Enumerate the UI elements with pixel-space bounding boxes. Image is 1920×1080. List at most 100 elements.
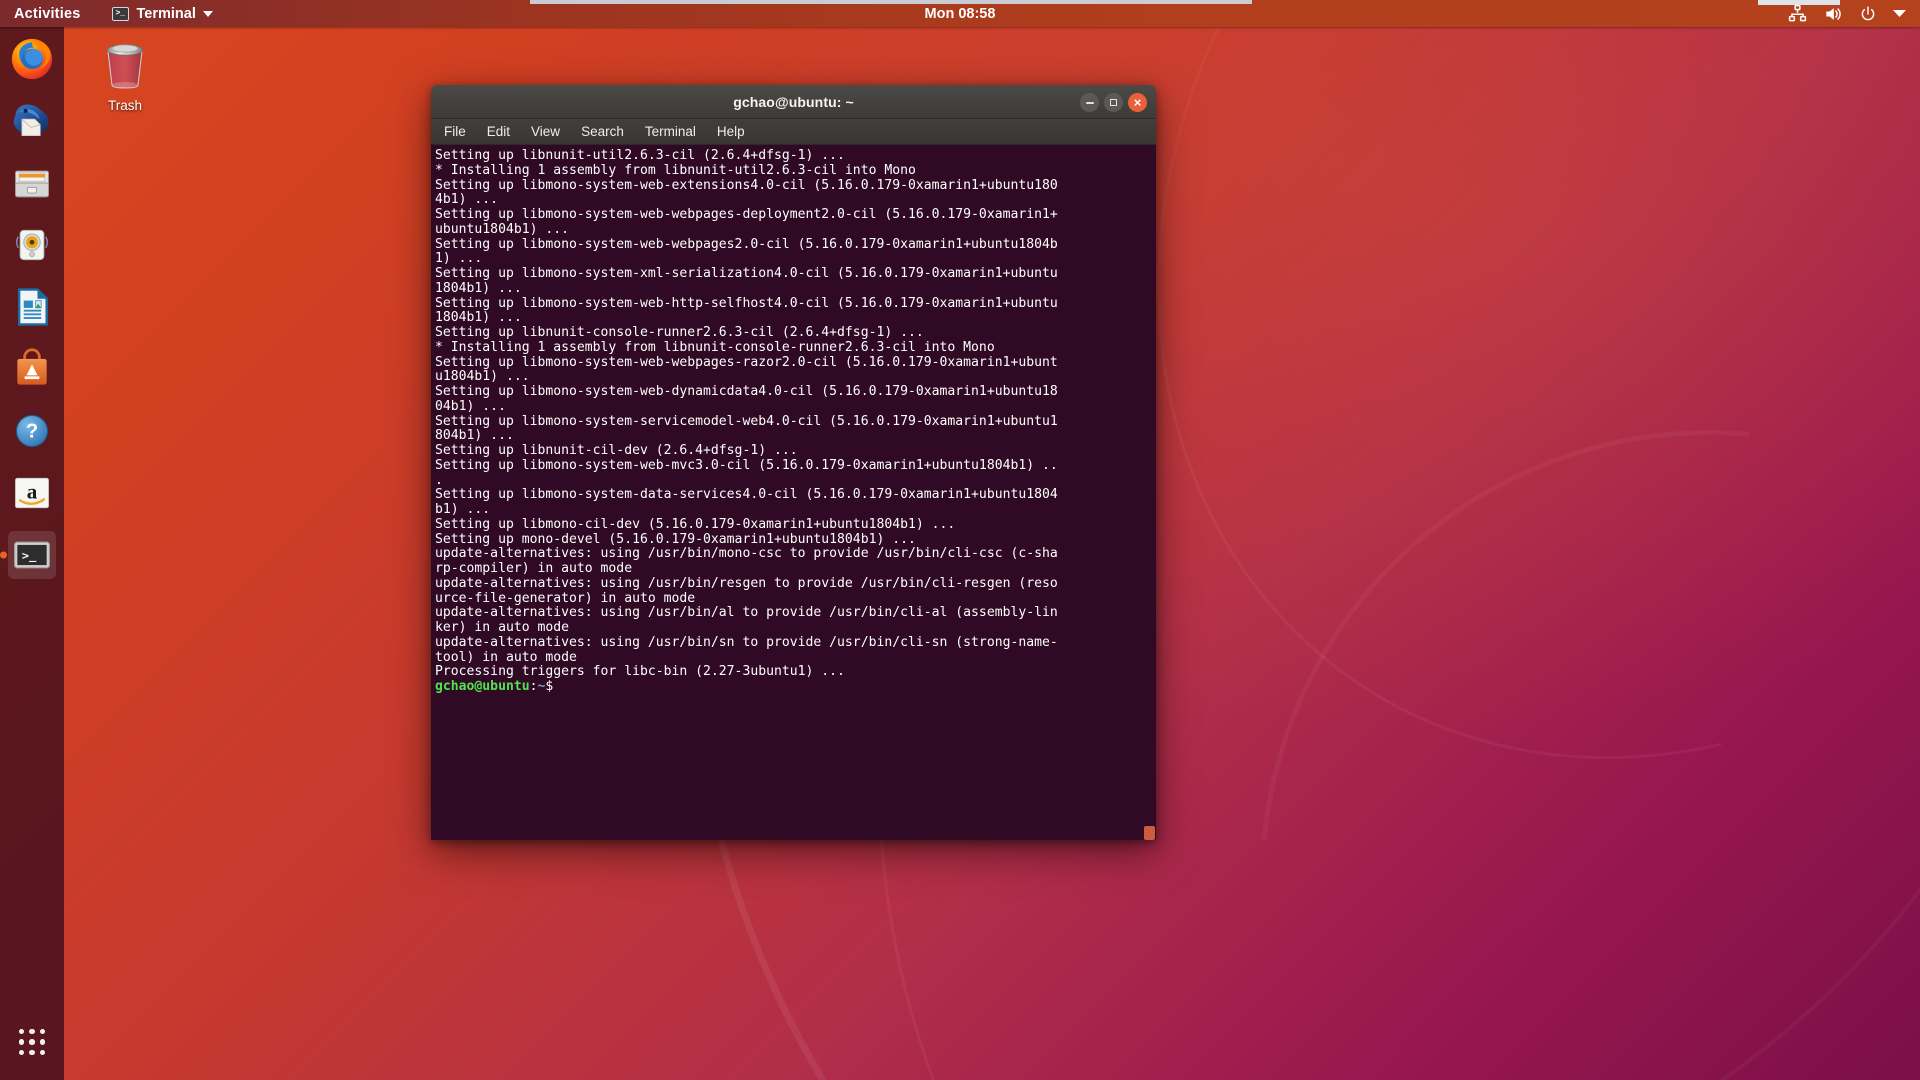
terminal-line: Setting up libmono-system-web-webpages2.…: [435, 236, 1058, 252]
terminal-line: 4b1) ...: [435, 192, 499, 208]
trash-desktop-icon[interactable]: Trash: [82, 38, 168, 113]
svg-text:?: ?: [26, 420, 38, 442]
dock-item-terminal[interactable]: >_: [8, 531, 56, 579]
terminal-line: 1) ...: [435, 251, 483, 267]
amazon-icon: a: [15, 477, 49, 509]
terminal-line: Setting up libmono-system-data-services4…: [435, 487, 1058, 503]
grid-dot: [29, 1039, 35, 1045]
terminal-prompt: gchao@ubuntu:~$: [435, 679, 1156, 695]
dock-item-ubuntu-software[interactable]: [8, 345, 56, 393]
terminal-line: Setting up libnunit-cil-dev (2.6.4+dfsg-…: [435, 443, 798, 458]
terminal-line: 804b1) ...: [435, 428, 514, 444]
window-edge-sliver: [530, 0, 1252, 4]
close-icon: ×: [1133, 94, 1142, 110]
svg-text:>_: >_: [22, 549, 37, 564]
terminal-output-area[interactable]: Setting up libnunit-util2.6.3-cil (2.6.4…: [431, 145, 1156, 840]
terminal-menu-bar: File Edit View Search Terminal Help: [431, 119, 1156, 145]
terminal-title-bar[interactable]: gchao@ubuntu: ~ ×: [431, 85, 1156, 119]
terminal-line: b1) ...: [435, 502, 491, 517]
terminal-line: * Installing 1 assembly from libnunit-ut…: [435, 162, 916, 178]
firefox-icon: [11, 38, 53, 80]
terminal-line: 04b1) ...: [435, 398, 506, 414]
grid-dot: [29, 1029, 35, 1035]
terminal-line: ker) in auto mode: [435, 620, 570, 635]
terminal-line: 1804b1) ...: [435, 280, 522, 296]
terminal-line: update-alternatives: using /usr/bin/al t…: [435, 605, 1058, 621]
dock-item-help[interactable]: ?: [8, 407, 56, 455]
window-title: gchao@ubuntu: ~: [733, 93, 854, 110]
terminal-line: rp-compiler) in auto mode: [435, 561, 633, 576]
grid-dot: [39, 1039, 45, 1045]
terminal-line: Setting up libmono-system-web-http-selfh…: [435, 295, 1058, 311]
window-controls: ×: [1080, 93, 1147, 112]
trash-icon: [107, 44, 143, 89]
terminal-scrollbar[interactable]: [1143, 145, 1156, 840]
menu-item-search[interactable]: Search: [579, 123, 626, 140]
dock-item-files[interactable]: [8, 159, 56, 207]
terminal-line: Setting up libmono-system-web-extensions…: [435, 177, 1058, 193]
terminal-line: update-alternatives: using /usr/bin/mono…: [435, 546, 1058, 562]
dock-item-thunderbird[interactable]: [8, 97, 56, 145]
dock: ? a >_: [0, 27, 64, 1080]
menu-item-help[interactable]: Help: [715, 123, 747, 140]
terminal-text: Setting up libnunit-util2.6.3-cil (2.6.4…: [435, 148, 1156, 695]
dock-item-libreoffice-writer[interactable]: [8, 283, 56, 331]
grid-dot: [19, 1049, 25, 1055]
rhythmbox-icon: [16, 229, 48, 261]
libreoffice-writer-icon: [17, 288, 48, 326]
minimize-button[interactable]: [1080, 93, 1099, 112]
terminal-line: * Installing 1 assembly from libnunit-co…: [435, 339, 995, 355]
trash-label: Trash: [107, 98, 142, 113]
grid-dot: [19, 1029, 25, 1035]
menu-item-edit[interactable]: Edit: [485, 123, 512, 140]
grid-dot: [29, 1049, 35, 1055]
clock[interactable]: Mon 08:58: [0, 6, 1920, 22]
menu-item-file[interactable]: File: [442, 123, 468, 140]
terminal-line: Setting up libmono-cil-dev (5.16.0.179-0…: [435, 516, 956, 532]
terminal-line: tool) in auto mode: [435, 649, 577, 665]
help-icon: ?: [15, 414, 49, 448]
terminal-window: gchao@ubuntu: ~ × File Edit View Search …: [431, 85, 1156, 840]
minimize-icon: [1085, 101, 1094, 104]
terminal-line: .: [435, 472, 443, 488]
scrollbar-thumb[interactable]: [1144, 826, 1155, 840]
grid-dot: [39, 1049, 45, 1055]
terminal-line: Setting up libnunit-util2.6.3-cil (2.6.4…: [435, 148, 845, 163]
maximize-icon: [1110, 99, 1117, 106]
show-applications-button[interactable]: [8, 1018, 56, 1066]
terminal-line: update-alternatives: using /usr/bin/sn t…: [435, 634, 1058, 650]
files-icon: [15, 170, 49, 198]
menu-item-terminal[interactable]: Terminal: [643, 123, 698, 140]
terminal-line: Setting up libmono-system-web-webpages-d…: [435, 207, 1058, 222]
terminal-line: Processing triggers for libc-bin (2.27-3…: [435, 664, 845, 680]
maximize-button[interactable]: [1104, 93, 1123, 112]
terminal-line: Setting up libmono-system-xml-serializat…: [435, 266, 1058, 281]
window-edge-sliver: [1758, 0, 1840, 5]
dock-item-rhythmbox[interactable]: [8, 221, 56, 269]
prompt-symbol: $: [545, 679, 562, 694]
close-button[interactable]: ×: [1128, 93, 1147, 112]
top-bar: Activities >_ Terminal Mon 08:58: [0, 0, 1920, 27]
terminal-line: ubuntu1804b1) ...: [435, 221, 570, 237]
terminal-line: Setting up libmono-system-web-webpages-r…: [435, 354, 1058, 370]
svg-text:a: a: [27, 480, 38, 504]
prompt-user-host: gchao@ubuntu: [435, 679, 530, 694]
prompt-separator: :: [529, 679, 538, 694]
grid-dot: [39, 1029, 45, 1035]
terminal-line: Setting up libmono-system-web-mvc3.0-cil…: [435, 457, 1058, 473]
ubuntu-software-icon: [17, 348, 47, 385]
terminal-icon: >_: [14, 541, 50, 569]
dock-item-amazon[interactable]: a: [8, 469, 56, 517]
terminal-line: Setting up libmono-system-web-dynamicdat…: [435, 384, 1058, 399]
terminal-line: update-alternatives: using /usr/bin/resg…: [435, 575, 1058, 591]
thunderbird-icon: [13, 104, 49, 137]
menu-item-view[interactable]: View: [529, 123, 562, 140]
terminal-line: u1804b1) ...: [435, 369, 530, 385]
terminal-line: 1804b1) ...: [435, 310, 522, 326]
terminal-line: Setting up libmono-system-servicemodel-w…: [435, 413, 1058, 429]
dock-item-firefox[interactable]: [8, 35, 56, 83]
terminal-line: Setting up libnunit-console-runner2.6.3-…: [435, 325, 924, 340]
terminal-line: urce-file-generator) in auto mode: [435, 590, 696, 606]
terminal-line: Setting up mono-devel (5.16.0.179-0xamar…: [435, 531, 916, 547]
grid-dot: [19, 1039, 25, 1045]
